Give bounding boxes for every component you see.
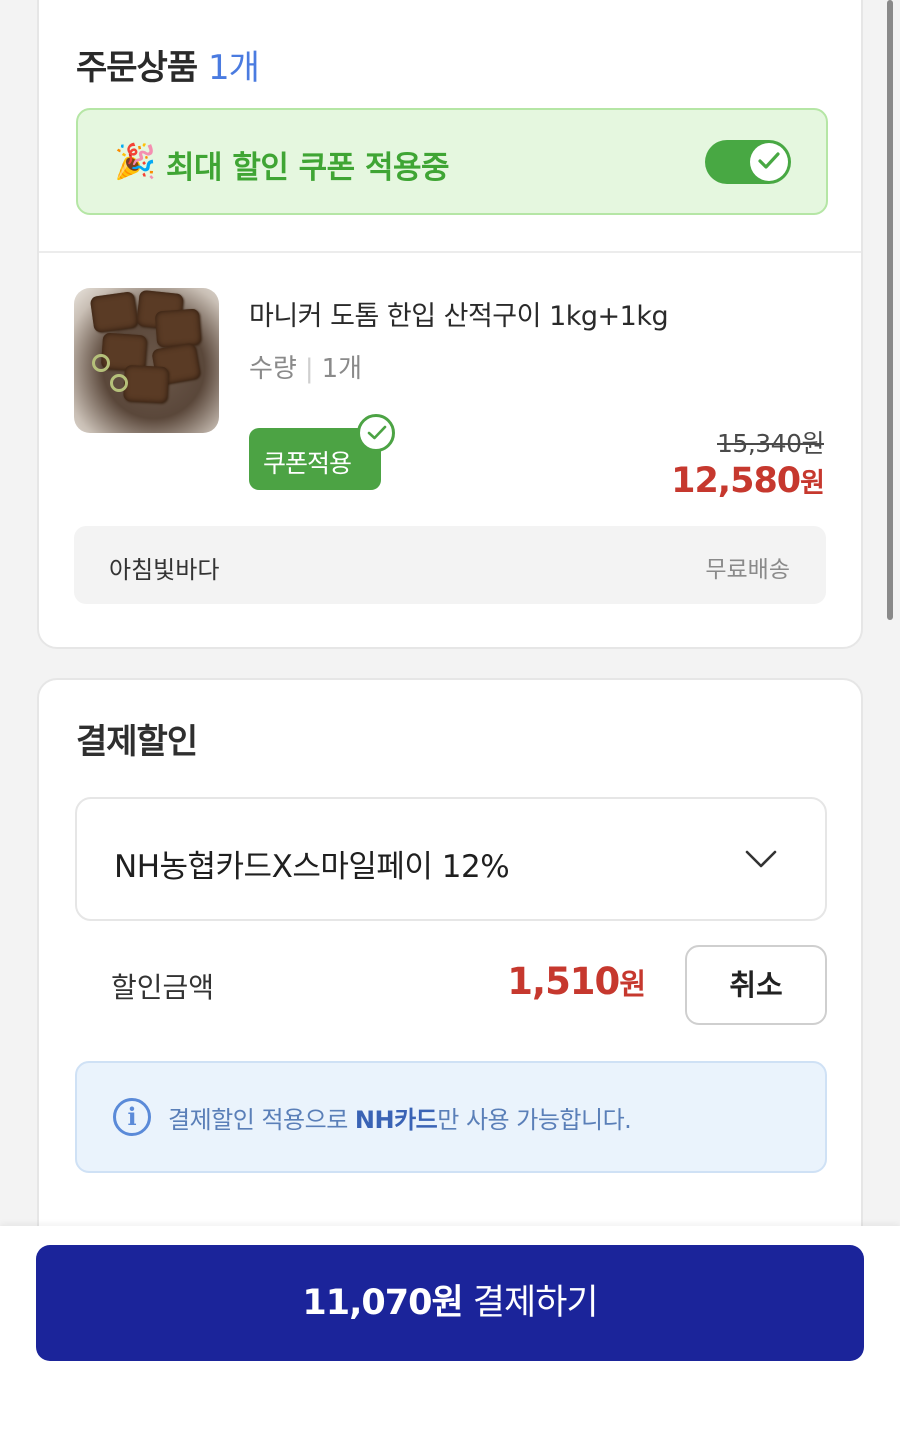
checkout-button[interactable]: 11,070원 결제하기 xyxy=(36,1245,864,1361)
party-popper-icon: 🎉 xyxy=(114,142,157,182)
order-title: 주문상품 1개 xyxy=(76,40,260,89)
product-image[interactable] xyxy=(74,288,219,433)
check-icon xyxy=(367,425,387,440)
quantity-value: 1개 xyxy=(321,354,363,384)
product-name[interactable]: 마니커 도톰 한입 산적구이 1kg+1kg xyxy=(249,294,669,333)
checkout-label: 결제하기 xyxy=(472,1283,599,1323)
discount-info-notice: i 결제할인 적용으로 NH카드만 사용 가능합니다. xyxy=(75,1061,827,1173)
seller-row: 아침빛바다 무료배송 xyxy=(74,526,826,604)
discount-amount-number: 1,510 xyxy=(507,960,620,1003)
payment-discount-title: 결제할인 xyxy=(76,722,198,762)
order-count: 1개 xyxy=(207,48,260,88)
sale-price-unit: 원 xyxy=(800,468,825,499)
section-divider xyxy=(39,251,861,253)
coupon-banner-text: 최대 할인 쿠폰 적용중 xyxy=(166,150,450,186)
quantity: 수량 | 1개 xyxy=(249,348,362,385)
selected-discount-option: NH농협카드X스마일페이 12% xyxy=(114,849,510,885)
quantity-separator: | xyxy=(304,354,314,384)
cancel-discount-button[interactable]: 취소 xyxy=(685,945,827,1025)
check-icon xyxy=(758,152,780,169)
coupon-toggle[interactable] xyxy=(705,140,791,184)
card-discount-select[interactable]: NH농협카드X스마일페이 12% xyxy=(75,797,827,921)
sale-price: 12,580원 xyxy=(671,461,825,501)
toggle-knob xyxy=(750,143,788,181)
quantity-label: 수량 xyxy=(249,354,297,384)
seller-name[interactable]: 아침빛바다 xyxy=(109,550,219,585)
scrollbar[interactable] xyxy=(887,0,893,620)
info-text: 결제할인 적용으로 NH카드만 사용 가능합니다. xyxy=(168,1100,632,1135)
chevron-down-icon xyxy=(745,850,777,868)
order-card: 주문상품 1개 🎉 최대 할인 쿠폰 적용중 마니커 도톰 한입 산적구이 1k… xyxy=(37,0,863,649)
shipping-info: 무료배송 xyxy=(705,557,790,583)
checkout-amount: 11,070원 xyxy=(302,1283,463,1323)
discount-amount: 1,510원 xyxy=(507,960,646,1003)
sale-price-number: 12,580 xyxy=(671,461,801,501)
info-text-prefix: 결제할인 적용으로 xyxy=(168,1106,355,1134)
discount-amount-unit: 원 xyxy=(619,967,646,1001)
discount-amount-label: 할인금액 xyxy=(111,971,215,1004)
checkout-bar: 11,070원 결제하기 xyxy=(0,1226,900,1455)
order-title-text: 주문상품 xyxy=(76,48,198,88)
info-text-suffix: 만 사용 가능합니다. xyxy=(437,1106,632,1134)
max-coupon-banner[interactable]: 🎉 최대 할인 쿠폰 적용중 xyxy=(76,108,828,215)
original-price: 15,340원 xyxy=(717,429,824,458)
chip-check-badge xyxy=(357,414,395,452)
info-icon: i xyxy=(113,1098,151,1136)
info-text-bold: NH카드 xyxy=(354,1106,438,1134)
